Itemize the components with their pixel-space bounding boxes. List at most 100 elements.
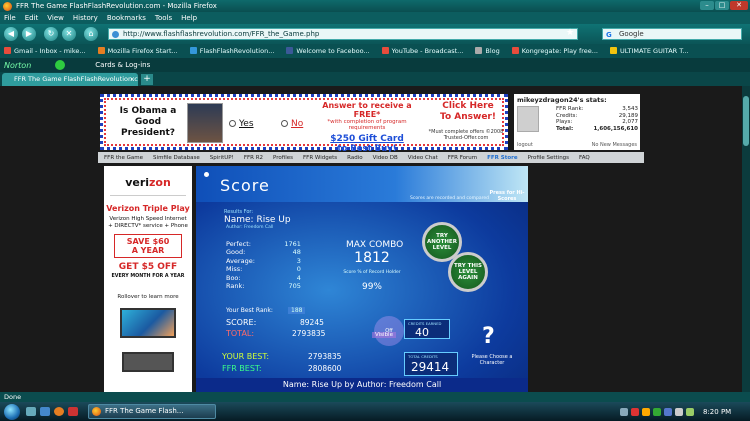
stat-label: Total:: [556, 125, 574, 132]
max-combo-value: 1812: [354, 250, 390, 266]
ad-get-off: GET $5 OFF: [118, 262, 178, 272]
nav-video-db[interactable]: Video DB: [373, 155, 398, 161]
nav-profile-settings[interactable]: Profile Settings: [528, 155, 569, 161]
bookmark-item[interactable]: Blog: [475, 47, 500, 55]
ad-no-option[interactable]: No: [281, 119, 303, 129]
tray-battery-icon[interactable]: [686, 407, 694, 416]
radio-yes[interactable]: [229, 120, 236, 127]
kongregate-icon: [511, 47, 519, 54]
new-tab-button[interactable]: +: [141, 74, 153, 85]
score-pct-label: Score % of Record Holder: [343, 270, 401, 275]
hiscores-button[interactable]: Press for Hi-Scores: [486, 190, 528, 202]
tray-network-icon[interactable]: [664, 407, 672, 416]
question-mark-icon[interactable]: ?: [482, 324, 495, 349]
judgement-value: 0: [296, 265, 301, 274]
minimize-button[interactable]: –: [700, 1, 714, 10]
best-rank: Your Best Rank: 188: [226, 307, 306, 314]
total-credits-box: TOTAL CREDITS 29414: [404, 352, 458, 376]
ad-every-month: EVERY MONTH FOR A YEAR: [111, 274, 185, 279]
nav-ffr-r2[interactable]: FFR R2: [244, 155, 263, 161]
nav-radio[interactable]: Radio: [347, 155, 362, 161]
guitar-icon: [609, 47, 617, 54]
scrollbar-thumb[interactable]: [743, 96, 749, 146]
reload-icon[interactable]: ↻: [44, 27, 58, 41]
search-input[interactable]: G Google: [602, 28, 742, 40]
messages-link[interactable]: No New Messages: [592, 142, 637, 148]
window-title: FFR The Game FlashFlashRevolution.com - …: [16, 2, 217, 10]
bookmark-item[interactable]: YouTube - Broadcast...: [381, 47, 463, 55]
bookmark-item[interactable]: Kongregate: Play free...: [511, 47, 598, 55]
firefox-icon: [97, 47, 105, 54]
ad-save-line1: SAVE $60: [126, 237, 170, 246]
stats-heading: mikeyzdragon24's stats:: [517, 96, 607, 104]
ad-click-here[interactable]: Click Here To Answer!: [437, 101, 499, 123]
stop-icon[interactable]: ✕: [62, 27, 76, 41]
nav-ffr-widgets[interactable]: FFR Widgets: [303, 155, 337, 161]
close-button[interactable]: ✕: [730, 1, 748, 10]
tray-volume-icon[interactable]: [675, 407, 683, 416]
norton-check-icon[interactable]: [55, 60, 66, 70]
menu-bookmarks[interactable]: Bookmarks: [107, 14, 146, 22]
judgement-label: Perfect:: [226, 240, 251, 248]
poll-ad-banner[interactable]: Is Obama a Good President? Yes No Answer…: [100, 94, 508, 154]
bookmark-item[interactable]: Mozilla Firefox Start...: [97, 47, 178, 55]
bookmark-star-icon[interactable]: ★: [566, 28, 574, 38]
judgement-value: 3: [296, 256, 301, 265]
try-level-again-button[interactable]: TRY THIS LEVEL AGAIN: [448, 252, 488, 292]
menu-history[interactable]: History: [73, 14, 98, 22]
nav-profiles[interactable]: Profiles: [273, 155, 293, 161]
home-icon[interactable]: ⌂: [84, 27, 98, 41]
menu-edit[interactable]: Edit: [25, 14, 39, 22]
tray-norton-icon[interactable]: [653, 407, 661, 416]
avatar[interactable]: [517, 106, 539, 132]
bookmark-item[interactable]: Welcome to Faceboo...: [286, 47, 370, 55]
nav-spiritup[interactable]: SpiritUP!: [210, 155, 234, 161]
bookmark-item[interactable]: ULTIMATE GUITAR T...: [609, 47, 689, 55]
tab-close-icon[interactable]: ×: [130, 73, 135, 86]
menu-view[interactable]: View: [47, 14, 64, 22]
tray-security-icon[interactable]: [631, 407, 639, 416]
taskbar-clock[interactable]: 8:20 PM: [703, 408, 731, 416]
tray-chevron-icon[interactable]: [620, 407, 628, 416]
choose-character-button[interactable]: Please Choose a Character: [466, 354, 518, 366]
maximize-button[interactable]: □: [715, 1, 729, 10]
norton-logo: Norton: [4, 60, 32, 70]
norton-cards-button[interactable]: Cards & Log-ins: [95, 61, 150, 69]
menu-file[interactable]: File: [4, 14, 16, 22]
show-desktop-icon[interactable]: [26, 407, 36, 416]
nav-video-chat[interactable]: Video Chat: [408, 155, 438, 161]
nav-ffr-the-game[interactable]: FFR the Game: [104, 155, 143, 161]
visibility-badge: Visible: [372, 332, 396, 338]
nav-ffr-store[interactable]: FFR Store: [487, 155, 517, 161]
nav-ffr-forum[interactable]: FFR Forum: [448, 155, 477, 161]
best-rank-value: 188: [288, 307, 306, 314]
offer-line3[interactable]: $250 Gift Card: [309, 134, 425, 144]
judgement-table: Perfect: 1761 Good: 48 Average: 3 Miss: 0 Bo…: [226, 240, 301, 290]
tray-update-icon[interactable]: [642, 407, 650, 416]
scores-recorded-note: Scores are recorded and compared: [410, 196, 490, 201]
ad-yes-option[interactable]: Yes: [229, 119, 254, 129]
switch-windows-icon[interactable]: [40, 407, 50, 416]
nav-faq[interactable]: FAQ: [579, 155, 590, 161]
tab-ffr[interactable]: FFR The Game FlashFlashRevolution.co... …: [2, 73, 138, 86]
logout-link[interactable]: logout: [517, 142, 533, 148]
address-bar[interactable]: http://www.flashflashrevolution.com/FFR_…: [108, 28, 578, 40]
nav-simfile-database[interactable]: Simfile Database: [153, 155, 200, 161]
start-button[interactable]: [4, 404, 20, 420]
quicklaunch-icon[interactable]: [68, 407, 78, 416]
radio-no[interactable]: [281, 120, 288, 127]
back-icon[interactable]: ◀: [4, 27, 18, 41]
verizon-side-ad[interactable]: verizon Verizon Triple Play Verizon High…: [104, 166, 192, 392]
page-scrollbar[interactable]: [742, 86, 750, 392]
ad-hs-line2: + DIRECTV* service + Phone: [108, 223, 188, 229]
bookmark-item[interactable]: FlashFlashRevolution...: [189, 47, 274, 55]
search-placeholder: Google: [619, 30, 644, 38]
windows-taskbar: FFR The Game Flash... 8:20 PM: [0, 402, 750, 421]
stats-table: FFR Rank: 3,543 Credits: 29,189 Plays: 2,07…: [556, 106, 638, 132]
menu-tools[interactable]: Tools: [155, 14, 172, 22]
taskbar-firefox-window[interactable]: FFR The Game Flash...: [88, 404, 216, 419]
firefox-quicklaunch-icon[interactable]: [54, 407, 64, 416]
menu-help[interactable]: Help: [181, 14, 197, 22]
bookmark-item[interactable]: Gmail - Inbox - mike...: [4, 47, 86, 55]
forward-icon[interactable]: ▶: [22, 27, 36, 41]
